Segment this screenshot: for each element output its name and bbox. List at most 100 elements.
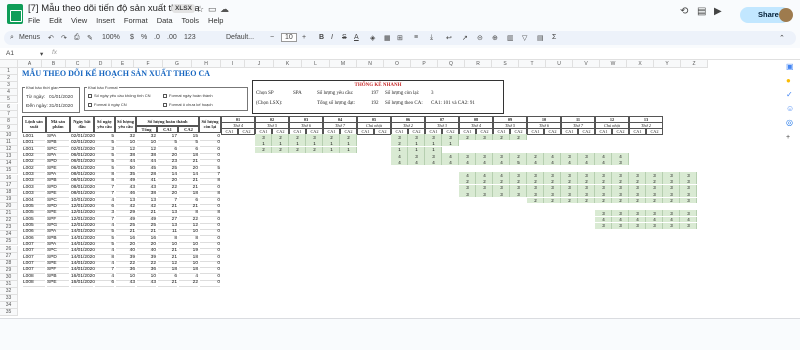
row-header-32[interactable]: 32	[0, 288, 18, 296]
checkbox-icon[interactable]	[88, 102, 92, 107]
checkbox-icon[interactable]	[163, 102, 167, 107]
insert-comment-icon[interactable]: ⊕	[492, 34, 498, 42]
column-header-x[interactable]: X	[627, 60, 654, 68]
add-addon-icon[interactable]: +	[786, 134, 790, 141]
row-header-35[interactable]: 35	[0, 309, 18, 317]
chart-icon[interactable]: ▥	[507, 34, 514, 42]
column-header-i[interactable]: I	[221, 60, 245, 68]
align-icon[interactable]: ≡	[414, 34, 418, 41]
row-header-3[interactable]: 3	[0, 82, 18, 90]
table-cell[interactable]: SPE	[47, 280, 69, 288]
font-size-plus[interactable]: +	[302, 34, 306, 41]
menu-view[interactable]: View	[71, 16, 87, 25]
zoom-select[interactable]: 100%	[102, 34, 120, 41]
menu-edit[interactable]: Edit	[49, 16, 62, 25]
row-header-2[interactable]: 2	[0, 75, 18, 83]
print-icon[interactable]: ⎙	[74, 34, 80, 42]
merge-icon[interactable]: ⊞	[397, 34, 403, 42]
column-header-q[interactable]: Q	[438, 60, 465, 68]
name-box[interactable]: A1	[6, 50, 14, 57]
column-header-n[interactable]: N	[357, 60, 384, 68]
menu-file[interactable]: File	[28, 16, 40, 25]
meet-icon[interactable]: ▶	[714, 6, 722, 17]
table-cell[interactable]: 22	[179, 280, 198, 288]
menu-tools[interactable]: Tools	[182, 16, 200, 25]
column-header-o[interactable]: O	[384, 60, 411, 68]
column-header-l[interactable]: L	[302, 60, 330, 68]
sheets-logo-icon[interactable]	[7, 4, 23, 24]
column-header-u[interactable]: U	[546, 60, 573, 68]
column-header-k[interactable]: K	[274, 60, 302, 68]
history-icon[interactable]: ⟲	[680, 6, 688, 17]
column-header-e[interactable]: E	[112, 60, 134, 68]
menu-format[interactable]: Format	[124, 16, 148, 25]
collapse-toolbar-icon[interactable]: ⌃	[779, 34, 785, 42]
row-header-1[interactable]: 1	[0, 68, 18, 76]
row-header-5[interactable]: 5	[0, 96, 18, 104]
contacts-icon[interactable]: ☺	[786, 104, 794, 113]
number-format-button[interactable]: 123	[184, 34, 196, 41]
menus-search[interactable]: Menus	[19, 34, 40, 41]
column-header-g[interactable]: G	[163, 60, 192, 68]
to-value[interactable]: 31/01/2020	[49, 104, 73, 109]
column-header-t[interactable]: T	[519, 60, 546, 68]
redo-icon[interactable]: ↷	[61, 34, 67, 42]
format-option[interactable]: Số ngày yêu cầu không tính CN	[88, 93, 150, 98]
calendar-icon[interactable]: ▣	[786, 62, 794, 71]
italic-icon[interactable]: I	[331, 34, 333, 41]
formula-input[interactable]	[62, 49, 782, 59]
row-header-33[interactable]: 33	[0, 295, 18, 303]
tasks-icon[interactable]: ✓	[786, 90, 793, 99]
strikethrough-icon[interactable]: S	[342, 34, 347, 41]
filter-icon[interactable]: ▽	[522, 34, 527, 42]
rotate-icon[interactable]: ↗	[462, 34, 468, 42]
decimal-increase-icon[interactable]: .00	[167, 34, 177, 41]
table-cell[interactable]: L008	[23, 280, 45, 288]
column-header-r[interactable]: R	[465, 60, 492, 68]
row-header-9[interactable]: 9	[0, 124, 18, 132]
maps-icon[interactable]: ◎	[786, 118, 793, 127]
text-color-icon[interactable]: A	[354, 34, 359, 41]
font-size-input[interactable]: 10	[281, 33, 297, 42]
column-header-c[interactable]: C	[66, 60, 90, 68]
row-header-34[interactable]: 34	[0, 302, 18, 310]
currency-icon[interactable]: $	[130, 34, 134, 41]
wrap-icon[interactable]: ↩	[446, 34, 452, 42]
table-cell[interactable]: 43	[116, 280, 135, 288]
name-box-dropdown-icon[interactable]: ▾	[40, 50, 43, 58]
undo-icon[interactable]: ↶	[48, 34, 54, 42]
menu-data[interactable]: Data	[157, 16, 173, 25]
row-header-8[interactable]: 8	[0, 117, 18, 125]
column-header-y[interactable]: Y	[654, 60, 681, 68]
row-header-6[interactable]: 6	[0, 103, 18, 111]
format-option[interactable]: Format ô ngày CN	[88, 102, 127, 107]
format-option[interactable]: Format ngày hoàn thành	[163, 93, 213, 98]
fill-color-icon[interactable]: ◈	[370, 34, 375, 42]
star-icon[interactable]: ☆	[196, 4, 204, 15]
paint-format-icon[interactable]: ✎	[87, 34, 93, 42]
search-menus-icon[interactable]: ⌕	[10, 34, 14, 42]
column-header-b[interactable]: B	[42, 60, 66, 68]
spreadsheet-grid[interactable]: A B C D E F G H I J K L M N O P Q R S T U V W X Y Z 1 2 3 4 5 6 7 8 9 10 11 1…	[0, 60, 800, 318]
bold-icon[interactable]: B	[319, 34, 324, 41]
avatar[interactable]	[779, 8, 793, 22]
menu-help[interactable]: Help	[208, 16, 223, 25]
column-header-p[interactable]: P	[411, 60, 438, 68]
functions-icon[interactable]: Σ	[552, 34, 556, 41]
font-select[interactable]: Default...	[226, 34, 254, 41]
move-folder-icon[interactable]: ▭	[208, 4, 217, 15]
column-header-s[interactable]: S	[492, 60, 519, 68]
cloud-status-icon[interactable]: ☁	[220, 4, 229, 15]
table-cell[interactable]: 6	[95, 280, 114, 288]
column-header-v[interactable]: V	[573, 60, 600, 68]
column-header-z[interactable]: Z	[681, 60, 708, 68]
font-size-minus[interactable]: −	[270, 34, 274, 41]
link-icon[interactable]: ⊝	[477, 34, 483, 42]
column-header-a[interactable]: A	[18, 60, 42, 68]
stats-sp-select[interactable]: SPA	[293, 91, 302, 96]
column-header-m[interactable]: M	[330, 60, 357, 68]
column-header-j[interactable]: J	[245, 60, 274, 68]
percent-icon[interactable]: %	[141, 34, 147, 41]
comment-icon[interactable]: ▤	[697, 6, 706, 17]
table-cell[interactable]: 0	[200, 280, 220, 288]
